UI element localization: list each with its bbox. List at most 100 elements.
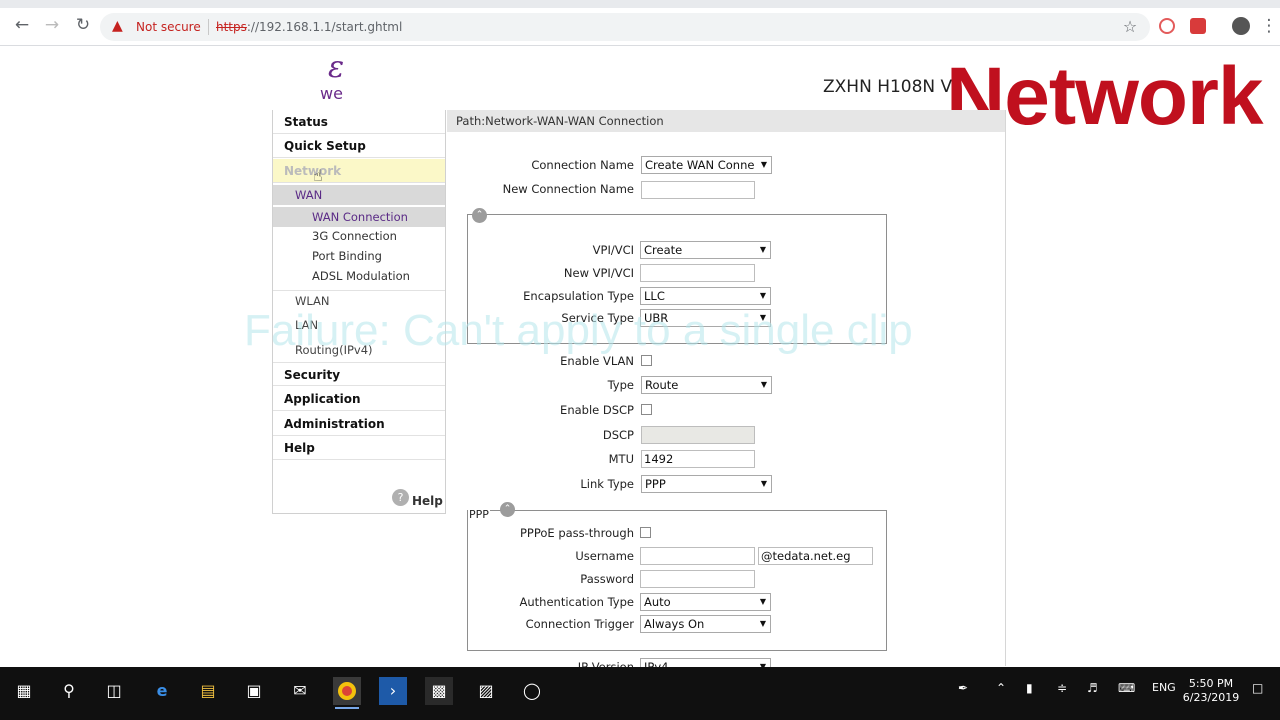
task-view-icon[interactable]: ◫ xyxy=(100,677,128,705)
menu-3g-connection[interactable]: 3G Connection xyxy=(273,226,445,246)
menu-status[interactable]: Status xyxy=(273,110,445,134)
encapsulation-type-label: Encapsulation Type xyxy=(523,289,634,303)
tab-strip xyxy=(0,0,1280,8)
router-model: ZXHN H108N V xyxy=(823,77,953,97)
windows-taskbar: ▦ ⚲ ◫ e ▤ ▣ ✉ › ▩ ▨ ◯ ✒ ⌃ ▮ ≑ ♬ ⌨ ENG □ xyxy=(0,667,1280,720)
mtu-input[interactable]: 1492 xyxy=(641,450,755,468)
active-indicator xyxy=(335,707,359,709)
avatar[interactable] xyxy=(1232,17,1250,35)
address-bar[interactable]: ▲ Not secure https://192.168.1.1/start.g… xyxy=(100,13,1150,41)
system-clock[interactable]: 5:50 PM 6/23/2019 xyxy=(1180,677,1242,705)
security-status[interactable]: Not secure xyxy=(136,20,201,34)
username-input[interactable] xyxy=(640,547,755,565)
link-type-label: Link Type xyxy=(580,477,634,491)
connection-name-label: Connection Name xyxy=(531,158,634,172)
connection-name-select[interactable]: Create WAN Conne ▼ xyxy=(641,156,772,174)
menu-wan[interactable]: WAN xyxy=(273,185,445,205)
pppoe-passthrough-label: PPPoE pass-through xyxy=(519,526,634,540)
language-indicator[interactable]: ENG xyxy=(1152,681,1176,694)
type-select[interactable]: Route ▼ xyxy=(641,376,772,394)
bookmark-star-icon[interactable]: ☆ xyxy=(1119,16,1141,38)
collapse-icon[interactable]: ⌃ xyxy=(472,208,487,223)
menu-security[interactable]: Security xyxy=(273,362,445,386)
url-text[interactable]: https://192.168.1.1/start.ghtml xyxy=(216,20,402,34)
connection-name-value: Create WAN Conne xyxy=(645,158,755,172)
back-icon[interactable]: ← xyxy=(11,14,33,36)
connection-trigger-label: Connection Trigger xyxy=(525,617,634,631)
new-connection-name-input[interactable] xyxy=(641,181,755,199)
failure-overlay-text: Failure: Can't apply to a single clip xyxy=(244,306,913,355)
vpi-vci-value: Create xyxy=(644,243,683,257)
chevron-down-icon: ▼ xyxy=(759,291,766,300)
notification-icon[interactable]: □ xyxy=(1252,681,1263,695)
pen-icon[interactable]: ✒ xyxy=(958,681,968,695)
reload-icon[interactable]: ↻ xyxy=(72,14,94,36)
chevron-down-icon: ▼ xyxy=(760,380,767,389)
pppoe-passthrough-checkbox[interactable] xyxy=(640,527,651,538)
app-window-icon[interactable]: ▨ xyxy=(472,677,500,705)
username-suffix-input[interactable]: @tedata.net.eg xyxy=(758,547,873,565)
vpi-vci-select[interactable]: Create ▼ xyxy=(640,241,771,259)
new-vpi-vci-input[interactable] xyxy=(640,264,755,282)
auth-type-label: Authentication Type xyxy=(519,595,635,609)
content-divider xyxy=(1005,110,1006,666)
chevron-down-icon: ▼ xyxy=(759,619,766,628)
menu-adsl-modulation[interactable]: ADSL Modulation xyxy=(273,266,445,286)
file-explorer-icon[interactable]: ▤ xyxy=(194,677,222,705)
auth-type-select[interactable]: Auto ▼ xyxy=(640,593,771,611)
app-icon[interactable]: ▩ xyxy=(425,677,453,705)
menu-application[interactable]: Application xyxy=(273,387,445,411)
enable-vlan-checkbox[interactable] xyxy=(641,355,652,366)
type-value: Route xyxy=(645,378,679,392)
dscp-input[interactable] xyxy=(641,426,755,444)
menu-quick-setup[interactable]: Quick Setup xyxy=(273,134,445,158)
ppp-legend: PPP xyxy=(468,508,490,521)
enable-dscp-checkbox[interactable] xyxy=(641,404,652,415)
auth-type-value: Auto xyxy=(644,595,671,609)
menu-network[interactable]: Network xyxy=(273,159,445,183)
enable-vlan-label: Enable VLAN xyxy=(560,354,634,368)
clock-time: 5:50 PM xyxy=(1188,677,1234,690)
wifi-icon[interactable]: ≑ xyxy=(1057,681,1067,695)
username-label: Username xyxy=(575,549,634,563)
extension-icon[interactable] xyxy=(1159,18,1175,34)
help-question-icon[interactable]: ? xyxy=(392,489,409,506)
chrome-icon[interactable] xyxy=(333,677,361,709)
mail-icon[interactable]: ✉ xyxy=(286,677,314,705)
browser-toolbar: ← → ↻ ▲ Not secure https://192.168.1.1/s… xyxy=(0,0,1280,46)
app-circle-icon[interactable]: ◯ xyxy=(518,677,546,705)
link-type-select[interactable]: PPP ▼ xyxy=(641,475,772,493)
keyboard-icon[interactable]: ⌨ xyxy=(1118,681,1135,695)
store-icon[interactable]: ▣ xyxy=(240,677,268,705)
menu-administration[interactable]: Administration xyxy=(273,412,445,436)
encapsulation-type-select[interactable]: LLC ▼ xyxy=(640,287,771,305)
enable-dscp-label: Enable DSCP xyxy=(560,403,634,417)
mouse-cursor-icon: ☝ xyxy=(313,166,323,185)
edge-browser-icon[interactable]: e xyxy=(148,677,176,705)
help-link[interactable]: Help xyxy=(412,494,443,508)
volume-icon[interactable]: ♬ xyxy=(1087,681,1098,695)
forward-icon[interactable]: → xyxy=(41,14,63,36)
new-connection-name-label: New Connection Name xyxy=(502,182,634,196)
password-input[interactable] xyxy=(640,570,755,588)
dscp-label: DSCP xyxy=(602,428,634,442)
type-label: Type xyxy=(607,378,634,392)
powershell-icon[interactable]: › xyxy=(379,677,407,705)
battery-icon[interactable]: ▮ xyxy=(1026,681,1033,695)
extension-record-icon[interactable] xyxy=(1190,18,1206,34)
menu-port-binding[interactable]: Port Binding xyxy=(273,246,445,266)
windows-start-icon[interactable]: ▦ xyxy=(10,677,38,705)
chevron-down-icon: ▼ xyxy=(759,245,766,254)
mtu-label: MTU xyxy=(608,452,634,466)
chevron-up-icon[interactable]: ⌃ xyxy=(996,681,1006,695)
connection-trigger-select[interactable]: Always On ▼ xyxy=(640,615,771,633)
collapse-icon[interactable]: ⌃ xyxy=(500,502,515,517)
menu-wan-connection[interactable]: WAN Connection xyxy=(273,207,445,227)
search-icon[interactable]: ⚲ xyxy=(55,677,83,705)
menu-help[interactable]: Help xyxy=(273,436,445,460)
chevron-down-icon: ▼ xyxy=(760,479,767,488)
chevron-down-icon: ▼ xyxy=(760,160,767,169)
connection-trigger-value: Always On xyxy=(644,617,705,631)
encapsulation-type-value: LLC xyxy=(644,289,665,303)
menu-kebab-icon[interactable]: ⋮ xyxy=(1258,15,1280,37)
